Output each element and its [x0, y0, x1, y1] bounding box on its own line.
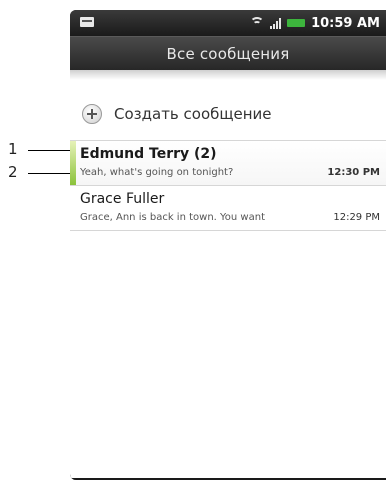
message-list: Создать сообщение Edmund Terry (2) Yeah,… — [70, 70, 386, 480]
callout-number-1: 1 — [8, 140, 18, 158]
page-title: Все сообщения — [166, 45, 290, 63]
wifi-icon — [250, 17, 265, 29]
conversation-name: Edmund Terry (2) — [80, 146, 217, 162]
conversation-time: 12:29 PM — [333, 212, 380, 223]
list-top-shadow — [70, 70, 386, 80]
conversation-name: Grace Fuller — [80, 191, 165, 207]
callout-number-2: 2 — [8, 163, 18, 181]
status-bar: 10:59 AM — [70, 10, 386, 36]
compose-message-label: Создать сообщение — [114, 105, 272, 123]
title-bar: Все сообщения — [70, 36, 386, 71]
status-time: 10:59 AM — [311, 15, 380, 31]
plus-icon — [82, 104, 102, 124]
callout-line-1 — [28, 150, 76, 151]
screen-bottom-edge — [70, 478, 386, 480]
conversation-preview: Yeah, what's going on tonight? — [80, 167, 234, 178]
status-indicators: 10:59 AM — [250, 13, 380, 33]
phone-screen: 10:59 AM Все сообщения Создать сообщение… — [70, 10, 386, 480]
battery-icon — [287, 19, 306, 27]
conversation-preview: Grace, Ann is back in town. You want — [80, 212, 265, 223]
figure: 1 2 10:59 AM Все сообщения Создать сообщ… — [0, 0, 386, 489]
signal-icon — [270, 17, 282, 29]
unread-indicator — [70, 141, 76, 185]
callout-line-2 — [28, 173, 76, 174]
compose-message-button[interactable]: Создать сообщение — [70, 88, 386, 141]
conversation-row-grace-fuller[interactable]: Grace Fuller Grace, Ann is back in town.… — [70, 186, 386, 231]
notification-icon — [80, 17, 94, 27]
conversation-row-edmund-terry[interactable]: Edmund Terry (2) Yeah, what's going on t… — [70, 141, 386, 186]
conversation-time: 12:30 PM — [327, 167, 380, 178]
